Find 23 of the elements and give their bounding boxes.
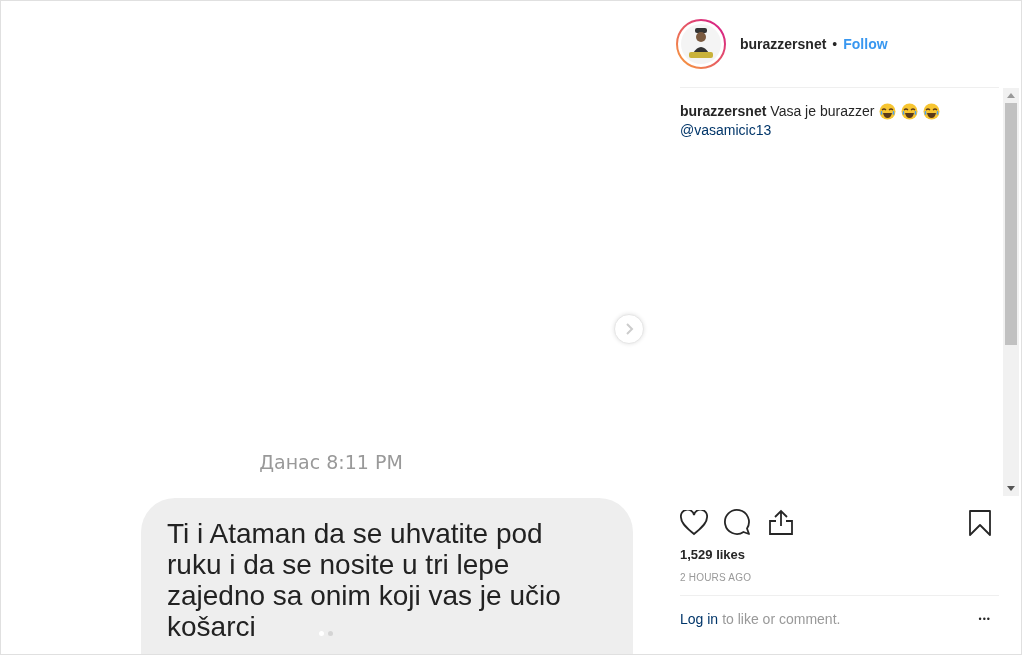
separator-dot: •: [832, 36, 838, 52]
caption-username[interactable]: burazzersnet: [680, 102, 767, 121]
laughing-emoji-icon: [901, 103, 919, 120]
message-timestamp: Данас 8:11 PM: [258, 451, 404, 473]
laughing-emoji-icon: [923, 103, 941, 120]
username-link[interactable]: burazzersnet: [740, 36, 827, 52]
comment-icon[interactable]: [724, 509, 752, 536]
more-options-button[interactable]: •••: [978, 614, 991, 624]
login-link[interactable]: Log in: [680, 611, 719, 627]
scrollbar[interactable]: [1003, 88, 1019, 496]
message-bubble: Ti i Ataman da se uhvatite pod ruku i da se nosite u tri lepe zajedno sa onim koji vas je učio košarci: [141, 498, 633, 654]
mention-link[interactable]: @vasamicic13: [680, 121, 1003, 140]
heart-icon[interactable]: [680, 509, 708, 536]
chevron-right-icon: [624, 323, 634, 335]
laughing-emoji-icon: [879, 103, 897, 120]
login-prompt: to like or comment.: [722, 611, 841, 627]
scroll-down-icon[interactable]: [1007, 486, 1015, 491]
post-time: 2 HOURS AGO: [680, 572, 999, 596]
caption-text: Vasa je burazzer: [770, 102, 875, 121]
share-icon[interactable]: [768, 509, 794, 536]
likes-count[interactable]: 1,529 likes: [680, 547, 1021, 562]
carousel-dot[interactable]: [328, 631, 333, 636]
bookmark-icon[interactable]: [969, 509, 991, 536]
